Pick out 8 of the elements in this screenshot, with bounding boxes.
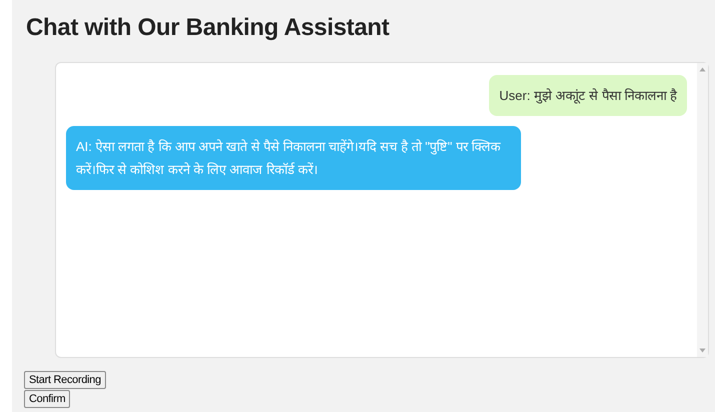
confirm-button[interactable]: Confirm bbox=[24, 390, 70, 408]
page-title: Chat with Our Banking Assistant bbox=[25, 13, 390, 43]
assistant-message: AI: ऐसा लगता है कि आप अपने खाते से पैसे निकालना चाहेंगे।यदि सच है तो "पुष्टि" पर क्लिक करें।फिर से कोशिश करने के लिए आवाज रिकॉर्ड करें। bbox=[76, 139, 501, 177]
scrollbar[interactable] bbox=[697, 63, 708, 357]
scroll-up-arrow-icon[interactable] bbox=[699, 67, 706, 72]
record-button[interactable]: Start Recording bbox=[24, 371, 106, 389]
scroll-down-arrow-icon[interactable] bbox=[699, 348, 706, 353]
user-message: User: मुझे अकाूंट से पैसा निकालना है bbox=[499, 88, 677, 103]
